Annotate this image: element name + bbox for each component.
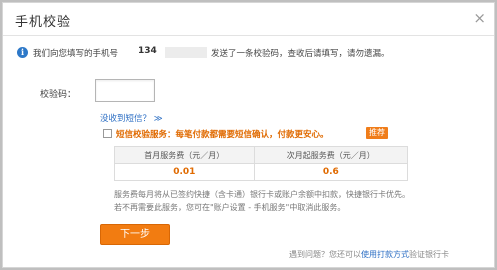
footer-text-after: 验证银行卡 [409,250,449,259]
info-icon: i [17,47,28,58]
fee-next-month-value: 0.6 [253,163,409,181]
close-icon[interactable]: × [473,9,486,27]
dialog-title: 手机校验 [15,15,72,30]
service-description-line1: 服务费每月将从已签约快捷（含卡通）银行卡或账户余额中扣款，快捷银行卡优先。 [114,190,410,199]
remittance-verify-link[interactable]: 使用打款方式 [361,250,409,259]
no-sms-link[interactable]: 没收到短信？ ≫ [100,112,163,124]
sms-service-label: 短信校验服务：每笔付款都需要短信确认，付款更安心。 [116,130,329,140]
fee-table-row: 0.01 0.6 [114,163,409,181]
info-message: i 我们向您填写的手机号 134 发送了一条校验码，查收后请填写，请勿遗漏。 [17,46,487,60]
next-step-button[interactable]: 下一步 [100,224,170,245]
fee-table: 首月服务费（元／月） 次月起服务费（元／月） 0.01 0.6 [114,146,409,181]
fee-header-next-month: 次月起服务费（元／月） [253,146,409,164]
service-description-line2: 若不再需要此服务，您可在"账户设置 - 手机服务"中取消此服务。 [114,203,346,212]
masked-phone-digits [165,47,207,58]
info-text-before: 我们向您填写的手机号 [33,49,119,59]
dialog-header: 手机校验 × [3,3,494,36]
sms-service-checkbox[interactable] [103,129,112,138]
no-sms-link-text[interactable]: 没收到短信？ [100,114,151,124]
fee-table-header-row: 首月服务费（元／月） 次月起服务费（元／月） [114,146,409,164]
footer-text-before: 遇到问题？您还可以 [289,250,361,259]
fee-header-first-month: 首月服务费（元／月） [114,146,255,164]
verification-code-input[interactable] [95,79,155,102]
verification-code-label: 校验码： [40,90,77,100]
phone-number: 134 [138,46,157,56]
footer-help: 遇到问题？您还可以使用打款方式验证银行卡 [289,249,449,260]
recommend-badge: 推荐 [366,127,388,139]
phone-verify-dialog: 手机校验 × i 我们向您填写的手机号 134 发送了一条校验码，查收后请填写，… [2,2,495,268]
fee-first-month-value: 0.01 [114,163,255,181]
service-description: 服务费每月将从已签约快捷（含卡通）银行卡或账户余额中扣款，快捷银行卡优先。 若不… [114,188,494,214]
info-text-after: 发送了一条校验码，查收后请填写，请勿遗漏。 [211,49,390,59]
chevron-down-icon[interactable]: ≫ [154,114,163,124]
